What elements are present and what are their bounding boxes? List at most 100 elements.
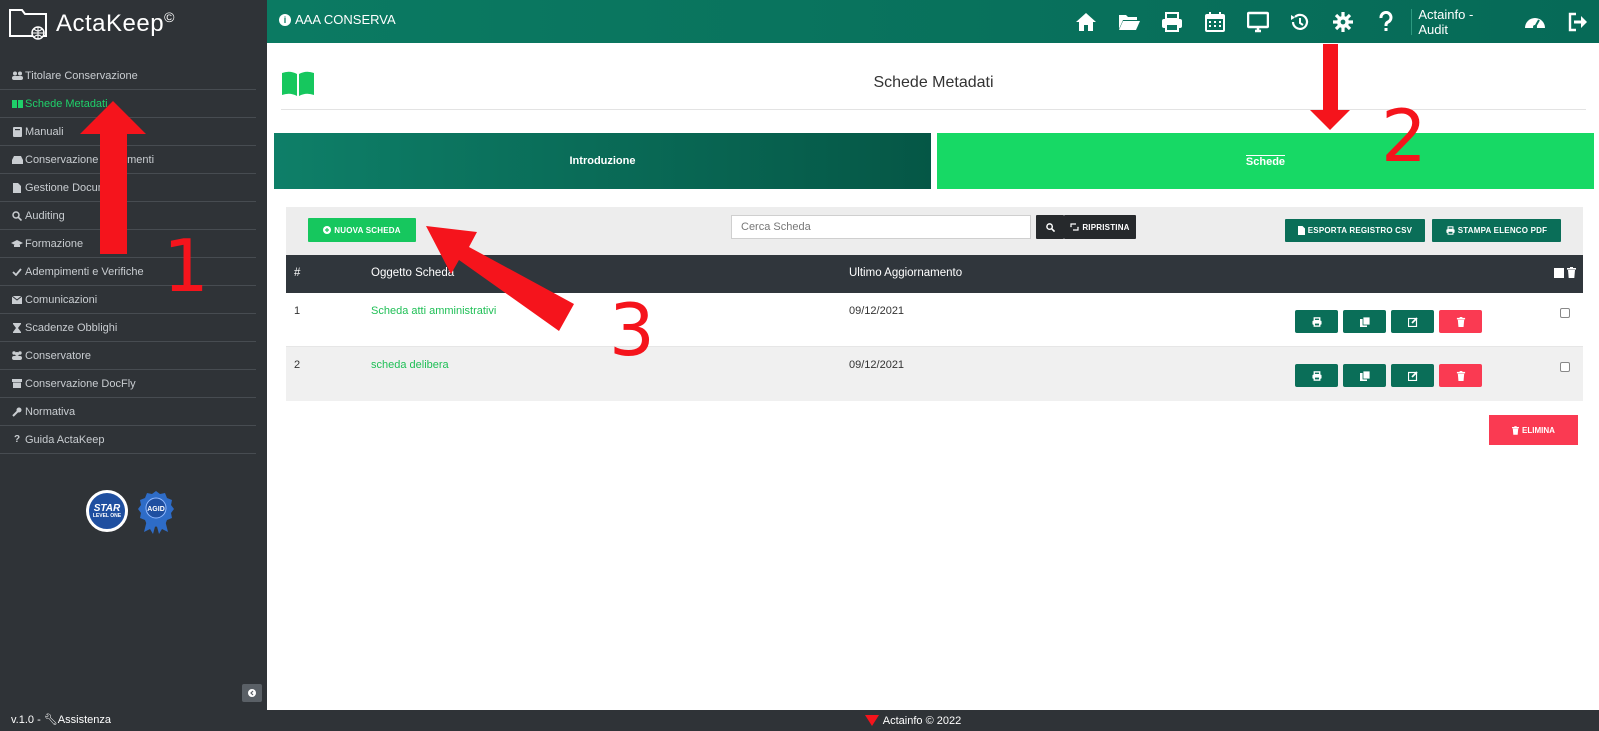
footer-copyright: Actainfo © 2022 bbox=[882, 714, 962, 727]
print-icon bbox=[1161, 11, 1182, 32]
logo-text: ActaKeep bbox=[56, 9, 165, 37]
agid-badge: AGID bbox=[138, 491, 174, 534]
sidebar-item-label: Comunicazioni bbox=[25, 293, 98, 306]
sidebar-item-adempimenti-verifiche[interactable]: Adempimenti e Verifiche bbox=[0, 258, 256, 286]
sidebar-item-label: Conservazione Documenti bbox=[25, 153, 155, 166]
sidebar-item-label: Manuali bbox=[25, 125, 64, 138]
sidebar-item-label: Auditing bbox=[25, 209, 65, 222]
reset-button[interactable]: RIPRISTINA bbox=[1064, 215, 1136, 239]
desktop-button[interactable] bbox=[1236, 0, 1279, 43]
sidebar-item-scadenze-obblighi[interactable]: Scadenze Obblighi bbox=[0, 314, 256, 342]
print-pdf-button[interactable]: STAMPA ELENCO PDF bbox=[1432, 219, 1561, 242]
sidebar-item-comunicazioni[interactable]: Comunicazioni bbox=[0, 286, 256, 314]
sidebar-item-auditing[interactable]: Auditing bbox=[0, 202, 256, 230]
hourglass-icon bbox=[11, 322, 23, 334]
inbox-icon bbox=[11, 154, 23, 166]
copy-icon bbox=[1359, 316, 1370, 327]
help-button[interactable] bbox=[1365, 0, 1408, 43]
question-icon bbox=[1379, 10, 1393, 31]
page-title: Schede Metadati bbox=[873, 74, 994, 91]
sidebar-item-schede-metadati[interactable]: Schede Metadati bbox=[0, 90, 256, 118]
star-badge-sublabel: LEVEL ONE bbox=[92, 512, 122, 519]
folder-button[interactable] bbox=[1108, 0, 1151, 43]
edit-icon bbox=[1407, 370, 1418, 381]
user-menu[interactable]: Actainfo - Audit bbox=[1418, 7, 1505, 37]
actainfo-logo-icon bbox=[864, 715, 879, 726]
new-scheda-button[interactable]: NUOVA SCHEDA bbox=[308, 218, 416, 242]
col-number-header: # bbox=[294, 267, 301, 279]
sidebar-item-label: Conservazione DocFly bbox=[25, 377, 136, 390]
wrench-icon bbox=[11, 406, 23, 418]
row-delete-button[interactable] bbox=[1439, 364, 1482, 387]
trash-icon[interactable] bbox=[1567, 267, 1576, 278]
search-scheda-input[interactable] bbox=[731, 215, 1031, 239]
retweet-icon bbox=[1070, 223, 1080, 231]
calendar-icon bbox=[1204, 11, 1225, 32]
reset-label: RIPRISTINA bbox=[1082, 222, 1130, 232]
star-badge-label: STAR bbox=[93, 502, 121, 514]
row-copy-button[interactable] bbox=[1343, 364, 1386, 387]
version-info: v.1.0 - 🔧︎Assistenza bbox=[11, 713, 111, 726]
row-edit-button[interactable] bbox=[1391, 364, 1434, 387]
export-csv-button[interactable]: ESPORTA REGISTRO CSV bbox=[1285, 219, 1425, 242]
print-icon bbox=[1311, 316, 1322, 327]
calendar-button[interactable] bbox=[1193, 0, 1236, 43]
sidebar-item-manuali[interactable]: Manuali bbox=[0, 118, 256, 146]
row-select-checkbox[interactable] bbox=[1560, 308, 1570, 318]
archive-icon bbox=[11, 378, 23, 390]
logout-button[interactable] bbox=[1556, 0, 1599, 43]
sidebar-item-label: Formazione bbox=[25, 237, 84, 250]
select-all-checkbox[interactable] bbox=[1554, 267, 1564, 278]
history-icon bbox=[1291, 13, 1309, 30]
col-oggetto-header: Oggetto Scheda bbox=[371, 267, 455, 279]
dashboard-button[interactable] bbox=[1513, 0, 1556, 43]
organization-name[interactable]: i AAA CONSERVA bbox=[279, 12, 396, 27]
delete-selected-button[interactable]: ELIMINA bbox=[1489, 415, 1578, 445]
row-edit-button[interactable] bbox=[1391, 310, 1434, 333]
search-button[interactable] bbox=[1036, 215, 1064, 239]
gear-icon bbox=[1333, 11, 1354, 32]
row-oggetto-link[interactable]: Scheda atti amministrativi bbox=[371, 305, 496, 317]
star-badge: STAR LEVEL ONE bbox=[86, 490, 128, 532]
assistance-link[interactable]: 🔧︎Assistenza bbox=[44, 714, 111, 726]
new-scheda-label: NUOVA SCHEDA bbox=[334, 225, 401, 235]
sidebar-nav: Titolare Conservazione Schede Metadati M… bbox=[0, 62, 256, 454]
sidebar-item-normativa[interactable]: Normativa bbox=[0, 398, 256, 426]
row-actions bbox=[1295, 364, 1482, 387]
row-delete-button[interactable] bbox=[1439, 310, 1482, 333]
row-oggetto-link[interactable]: scheda delibera bbox=[371, 359, 449, 371]
sidebar-item-titolare-conservazione[interactable]: Titolare Conservazione bbox=[0, 62, 256, 90]
print-button[interactable] bbox=[1151, 0, 1194, 43]
sidebar-item-conservazione-documenti[interactable]: Conservazione Documenti bbox=[0, 146, 256, 174]
annotation-number-3: 3 bbox=[609, 288, 655, 372]
row-select-checkbox[interactable] bbox=[1560, 362, 1570, 372]
edit-icon bbox=[1407, 316, 1418, 327]
tab-introduzione[interactable]: Introduzione bbox=[274, 133, 931, 189]
sidebar-item-guida-actakeep[interactable]: ? Guida ActaKeep bbox=[0, 426, 256, 454]
row-print-button[interactable] bbox=[1295, 310, 1338, 333]
desktop-icon bbox=[1246, 11, 1269, 32]
tab-schede[interactable]: Schede bbox=[937, 133, 1594, 189]
app-logo[interactable]: ActaKeep© bbox=[8, 6, 175, 40]
settings-button[interactable] bbox=[1322, 0, 1365, 43]
sidebar-item-gestione-documenti[interactable]: Gestione Documenti bbox=[0, 174, 256, 202]
row-print-button[interactable] bbox=[1295, 364, 1338, 387]
history-button[interactable] bbox=[1279, 0, 1322, 43]
users-icon bbox=[11, 70, 23, 82]
sidebar-item-label: Normativa bbox=[25, 405, 76, 418]
graduation-icon bbox=[11, 238, 23, 250]
home-button[interactable] bbox=[1065, 0, 1108, 43]
sidebar-collapse-button[interactable] bbox=[242, 684, 262, 702]
sidebar-item-conservazione-docfly[interactable]: Conservazione DocFly bbox=[0, 370, 256, 398]
version-label: v.1.0 - bbox=[11, 714, 41, 726]
folder-globe-icon bbox=[9, 9, 47, 40]
top-icon-bar: Actainfo - Audit bbox=[1065, 0, 1599, 43]
sidebar-item-conservatore[interactable]: Conservatore bbox=[0, 342, 256, 370]
trash-icon bbox=[1456, 316, 1465, 327]
sidebar-item-formazione[interactable]: Formazione bbox=[0, 230, 256, 258]
manual-icon bbox=[11, 126, 23, 138]
top-navbar: i AAA CONSERVA Actainfo - Audit bbox=[267, 0, 1599, 43]
row-copy-button[interactable] bbox=[1343, 310, 1386, 333]
trash-icon bbox=[1512, 425, 1520, 435]
check-icon bbox=[11, 266, 23, 278]
